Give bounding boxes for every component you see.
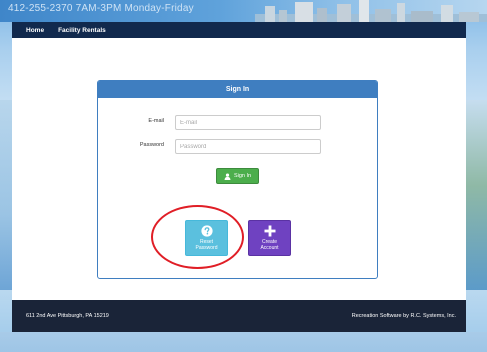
- footer-credit-link[interactable]: Recreation Software by R.C. Systems, Inc…: [352, 313, 456, 319]
- plus-icon: [264, 225, 275, 237]
- signin-button-label: Sign In: [233, 173, 252, 179]
- footer-address: 611 2nd Ave Pittsburgh, PA 15219: [26, 313, 109, 319]
- user-icon: [224, 172, 231, 180]
- email-label: E-mail: [148, 118, 164, 124]
- nav-home-link[interactable]: Home: [26, 27, 44, 34]
- create-label-line2: Account: [260, 245, 279, 251]
- nav-facility-rentals-link[interactable]: Facility Rentals: [58, 27, 106, 34]
- background-scenery-right: [466, 100, 487, 290]
- nav-bar: Home Facility Rentals: [12, 22, 466, 38]
- email-row: E-mail: [98, 115, 377, 130]
- password-input[interactable]: [175, 139, 321, 154]
- reset-password-button[interactable]: Reset Password: [185, 220, 228, 256]
- city-skyline-image: [255, 0, 487, 22]
- password-row: Password: [98, 139, 377, 154]
- question-circle-icon: [200, 225, 213, 237]
- email-input[interactable]: [175, 115, 321, 130]
- bottom-background: [0, 332, 487, 352]
- password-label: Password: [139, 142, 164, 148]
- signin-button[interactable]: Sign In: [216, 168, 259, 184]
- contact-hours-text: 412-255-2370 7AM-3PM Monday-Friday: [8, 3, 194, 14]
- signin-panel: Sign In E-mail Password Sign In Reset Pa…: [97, 80, 378, 279]
- top-banner: 412-255-2370 7AM-3PM Monday-Friday: [0, 0, 487, 22]
- footer: 611 2nd Ave Pittsburgh, PA 15219 Recreat…: [12, 300, 466, 332]
- background-scenery-left: [0, 100, 12, 290]
- signin-panel-title: Sign In: [98, 81, 377, 98]
- create-account-button[interactable]: Create Account: [248, 220, 291, 256]
- reset-label-line2: Password: [195, 245, 218, 251]
